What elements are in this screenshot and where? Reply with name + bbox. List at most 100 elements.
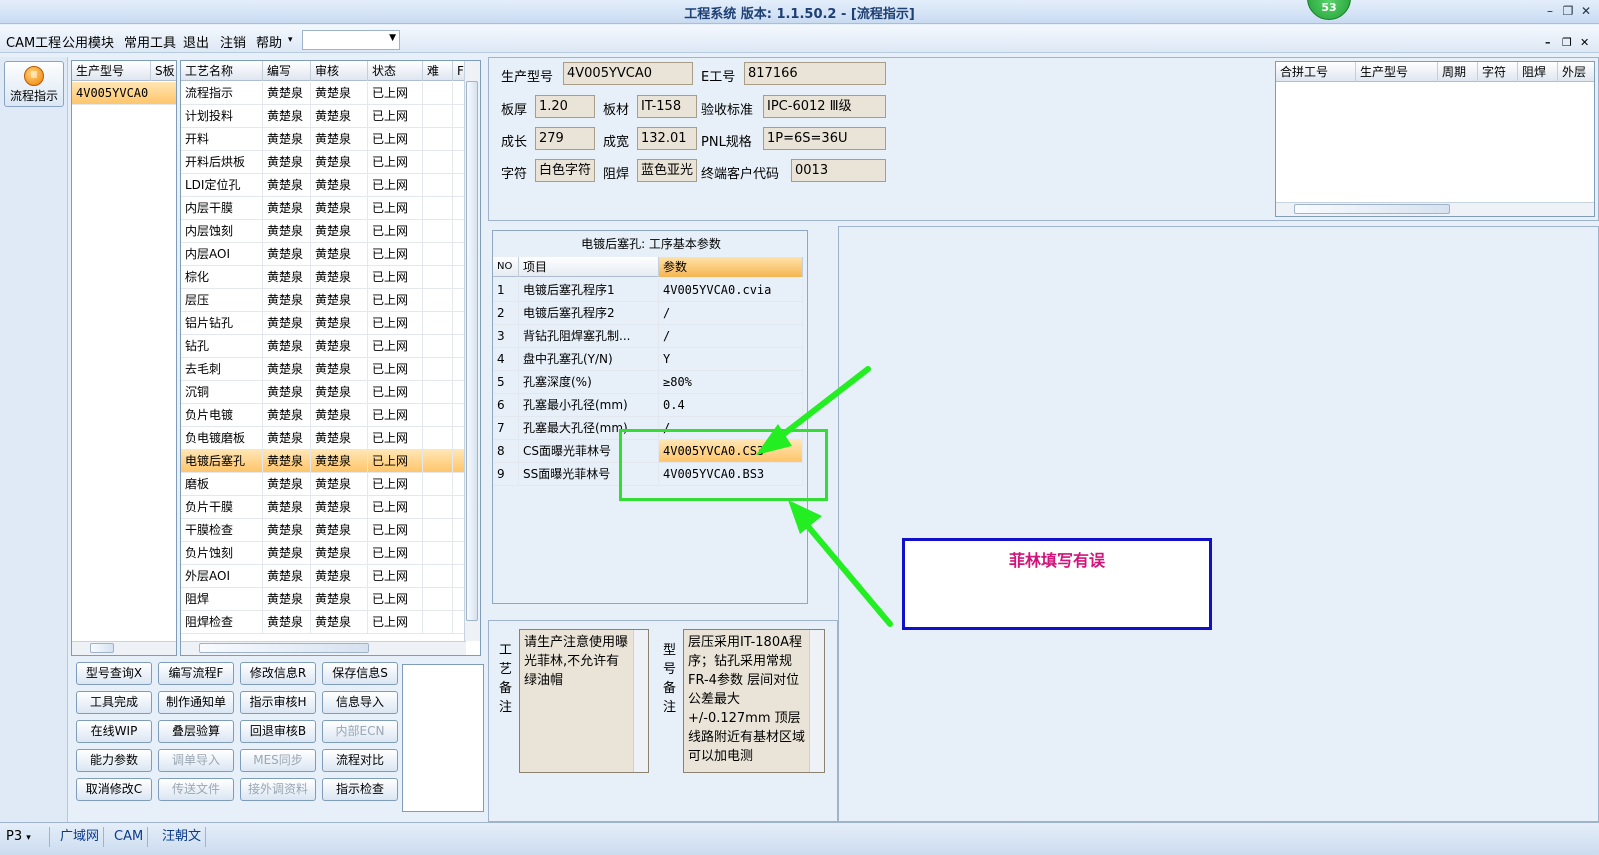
action-button[interactable]: 能力参数 [76, 749, 152, 772]
process-col-author[interactable]: 编写 [263, 61, 311, 81]
process-row[interactable]: 负电镀磨板 黄楚泉 黄楚泉 已上网 [181, 427, 466, 450]
menu-tools[interactable]: 常用工具 [124, 32, 176, 51]
combine-col-no[interactable]: 合拼工号 [1276, 62, 1356, 82]
customer-field[interactable]: 0013 [791, 159, 886, 182]
process-row[interactable]: 负片干膜 黄楚泉 黄楚泉 已上网 [181, 496, 466, 519]
model-row[interactable]: 4V005YVCA0 [72, 82, 176, 105]
action-button[interactable]: 编写流程F [158, 662, 234, 685]
process-col-difficulty[interactable]: 难 [423, 61, 453, 81]
process-hscroll[interactable] [181, 641, 466, 655]
process-remark-field[interactable]: 请生产注意使用曝光菲林,不允许有绿油帽 [519, 629, 649, 773]
action-button[interactable]: 内部ECN [322, 720, 398, 743]
process-remark-scrollbar[interactable] [633, 630, 648, 772]
action-button[interactable]: 回退审核B [240, 720, 316, 743]
part-no-field[interactable]: 4V005YVCA0 [563, 62, 693, 85]
action-button[interactable]: 保存信息S [322, 662, 398, 685]
standard-field[interactable]: IPC-6012 Ⅲ级 [763, 95, 886, 118]
param-row[interactable]: 1 电镀后塞孔程序1 4V005YVCA0.cvia [493, 279, 803, 302]
status-p3[interactable]: P3 ▾ [2, 827, 50, 847]
action-button[interactable]: 指示检查 [322, 778, 398, 801]
length-field[interactable]: 279 [535, 127, 595, 150]
model-hscroll[interactable] [72, 641, 176, 655]
menu-exit[interactable]: 退出 [183, 32, 209, 51]
process-row[interactable]: 外层AOI 黄楚泉 黄楚泉 已上网 [181, 565, 466, 588]
combine-hscroll[interactable] [1276, 202, 1594, 216]
model-remark-field[interactable]: 层压采用IT-180A程序；钻孔采用常规FR-4参数 层间对位公差最大+/-0.… [683, 629, 825, 773]
action-button[interactable]: 修改信息R [240, 662, 316, 685]
process-row[interactable]: LDI定位孔 黄楚泉 黄楚泉 已上网 [181, 174, 466, 197]
action-button[interactable]: 信息导入 [322, 691, 398, 714]
action-button[interactable]: 流程对比 [322, 749, 398, 772]
material-field[interactable]: IT-158 [637, 95, 697, 118]
param-row[interactable]: 5 孔塞深度(%) ≥80% [493, 371, 803, 394]
process-row[interactable]: 去毛刺 黄楚泉 黄楚泉 已上网 [181, 358, 466, 381]
action-button[interactable]: 制作通知单 [158, 691, 234, 714]
combine-col-cycle[interactable]: 周期 [1438, 62, 1478, 82]
combine-col-silk[interactable]: 字符 [1478, 62, 1518, 82]
process-row[interactable]: 负片电镀 黄楚泉 黄楚泉 已上网 [181, 404, 466, 427]
process-row[interactable]: 棕化 黄楚泉 黄楚泉 已上网 [181, 266, 466, 289]
action-button[interactable]: 接外调资料 [240, 778, 316, 801]
minimize-icon[interactable]: – [1542, 3, 1558, 19]
menu-common[interactable]: 公用模块 [62, 32, 114, 51]
process-row[interactable]: 阻焊 黄楚泉 黄楚泉 已上网 [181, 588, 466, 611]
process-col-name[interactable]: 工艺名称 [181, 61, 263, 81]
silk-field[interactable]: 白色字符 [535, 159, 595, 182]
p3-dropdown-icon[interactable]: ▾ [26, 833, 31, 843]
process-row[interactable]: 内层AOI 黄楚泉 黄楚泉 已上网 [181, 243, 466, 266]
mdi-close-icon[interactable]: ✕ [1580, 36, 1589, 49]
restore-icon[interactable]: ❐ [1560, 3, 1576, 19]
process-row[interactable]: 开料后烘板 黄楚泉 黄楚泉 已上网 [181, 151, 466, 174]
combine-col-outer[interactable]: 外层 [1558, 62, 1594, 82]
pnl-field[interactable]: 1P=6S=36U [763, 127, 886, 150]
model-col-s[interactable]: S板 [151, 61, 176, 81]
mdi-minimize-icon[interactable]: – [1545, 36, 1551, 49]
process-row[interactable]: 铝片钻孔 黄楚泉 黄楚泉 已上网 [181, 312, 466, 335]
param-col-value[interactable]: 参数 [659, 257, 803, 277]
mdi-restore-icon[interactable]: ❐ [1562, 36, 1572, 49]
process-row[interactable]: 内层干膜 黄楚泉 黄楚泉 已上网 [181, 197, 466, 220]
process-row[interactable]: 层压 黄楚泉 黄楚泉 已上网 [181, 289, 466, 312]
param-row[interactable]: 2 电镀后塞孔程序2/ [493, 302, 803, 325]
process-row[interactable]: 流程指示 黄楚泉 黄楚泉 已上网 [181, 82, 466, 105]
mask-field[interactable]: 蓝色亚光 [637, 159, 697, 182]
action-button[interactable]: 传送文件 [158, 778, 234, 801]
process-row[interactable]: 钻孔 黄楚泉 黄楚泉 已上网 [181, 335, 466, 358]
combo-arrow-icon[interactable]: ▼ [389, 33, 396, 43]
param-row[interactable]: 4 盘中孔塞孔(Y/N) Y [493, 348, 803, 371]
process-row[interactable]: 负片蚀刻 黄楚泉 黄楚泉 已上网 [181, 542, 466, 565]
combine-col-part[interactable]: 生产型号 [1356, 62, 1438, 82]
process-row[interactable]: 电镀后塞孔 黄楚泉 黄楚泉 已上网 [181, 450, 466, 473]
e-no-field[interactable]: 817166 [744, 62, 886, 85]
menu-cam[interactable]: CAM工程 [6, 32, 61, 51]
process-row[interactable]: 开料 黄楚泉 黄楚泉 已上网 [181, 128, 466, 151]
process-row[interactable]: 磨板 黄楚泉 黄楚泉 已上网 [181, 473, 466, 496]
action-button[interactable]: 指示审核H [240, 691, 316, 714]
action-button[interactable]: 型号查询X [76, 662, 152, 685]
model-col-part[interactable]: 生产型号 [72, 61, 151, 81]
process-row[interactable]: 内层蚀刻 黄楚泉 黄楚泉 已上网 [181, 220, 466, 243]
nav-flow-button[interactable]: Ⅲ 流程指示 [4, 61, 64, 107]
process-row[interactable]: 阻焊检查 黄楚泉 黄楚泉 已上网 [181, 611, 466, 634]
process-col-review[interactable]: 审核 [311, 61, 368, 81]
process-col-status[interactable]: 状态 [368, 61, 423, 81]
model-remark-scrollbar[interactable] [809, 630, 824, 772]
process-row[interactable]: 沉铜 黄楚泉 黄楚泉 已上网 [181, 381, 466, 404]
param-col-item[interactable]: 项目 [519, 257, 659, 277]
width-field[interactable]: 132.01 [637, 127, 697, 150]
action-button[interactable]: MES同步 [240, 749, 316, 772]
menu-help[interactable]: 帮助 [256, 32, 282, 51]
menu-logout[interactable]: 注销 [220, 32, 246, 51]
action-button[interactable]: 在线WIP [76, 720, 152, 743]
help-dropdown-icon[interactable]: ▾ [288, 35, 293, 45]
process-row[interactable]: 计划投料 黄楚泉 黄楚泉 已上网 [181, 105, 466, 128]
menu-combo[interactable]: ▼ [302, 30, 400, 50]
thickness-field[interactable]: 1.20 [535, 95, 595, 118]
close-icon[interactable]: ✕ [1578, 3, 1594, 19]
process-vscroll[interactable] [464, 61, 480, 641]
process-row[interactable]: 干膜检查 黄楚泉 黄楚泉 已上网 [181, 519, 466, 542]
action-button[interactable]: 工具完成 [76, 691, 152, 714]
param-row[interactable]: 6 孔塞最小孔径(mm) 0.4 [493, 394, 803, 417]
action-button[interactable]: 调单导入 [158, 749, 234, 772]
param-row[interactable]: 3 背钻孔阻焊塞孔制... / [493, 325, 803, 348]
